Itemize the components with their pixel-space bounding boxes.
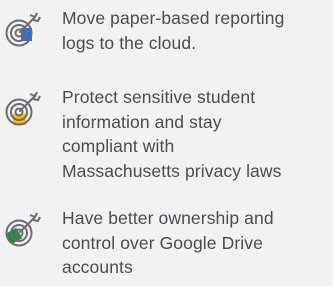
goal-text: Have better ownership and control over G… [62,206,333,280]
goal-text-line: compliant with [62,136,175,156]
goal-text: Move paper-based reporting logs to the c… [62,6,333,55]
goal-text-line: information and stay [62,111,222,132]
target-arrow-icon [4,210,44,250]
target-arrow-icon [4,10,44,50]
target-arrow-icon [4,89,44,129]
goal-text-line: logs to the cloud. [62,32,197,53]
goal-text-line: control over Google Drive [62,232,263,253]
goal-text-line: accounts [62,257,133,277]
goal-text: Protect sensitive student information an… [62,85,333,183]
goal-text-line: Massachusetts privacy laws [62,160,282,181]
goal-text-line: Move paper-based reporting [62,8,285,28]
goal-text-line: Have better ownership and [62,208,274,228]
goal-text-line: Protect sensitive student [62,87,256,107]
